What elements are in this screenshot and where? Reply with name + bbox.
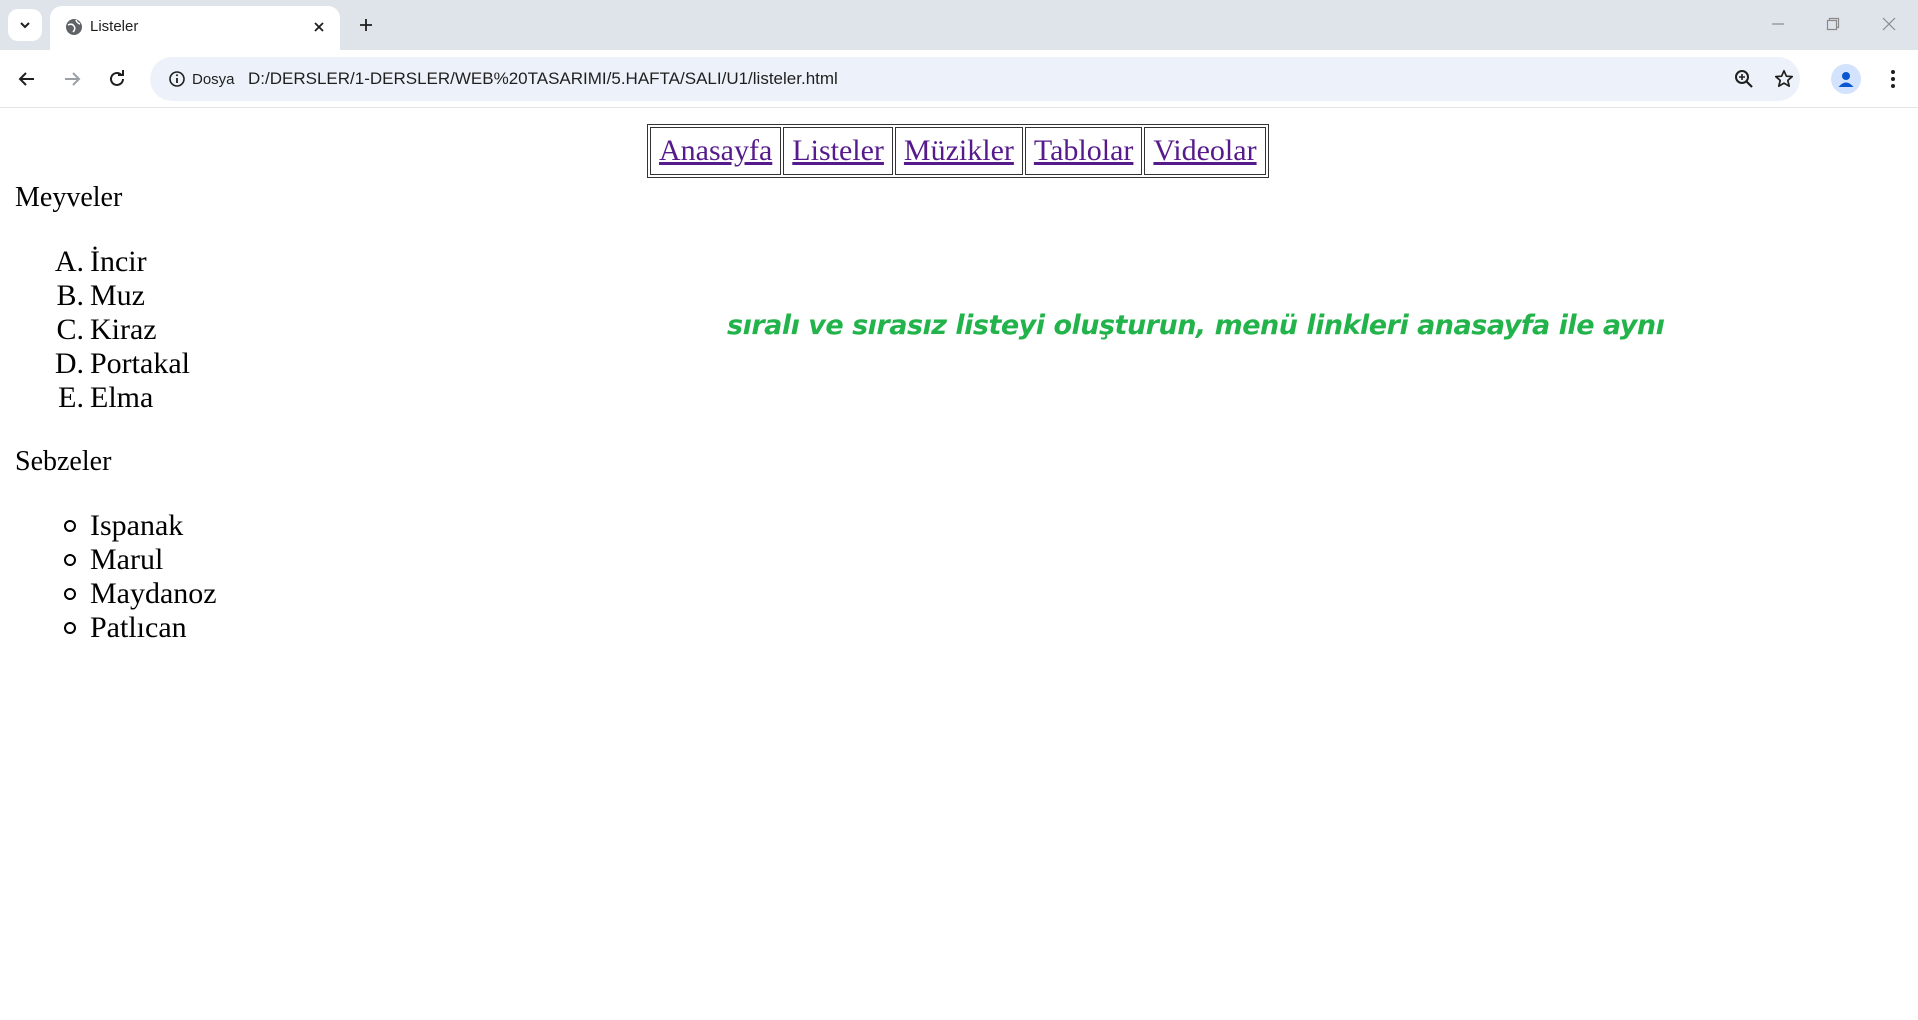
window-close-button[interactable]: [1869, 8, 1909, 40]
forward-button[interactable]: [56, 63, 88, 95]
list-item: C. Kiraz: [40, 313, 190, 347]
list-item-text: Elma: [90, 381, 154, 414]
list-item: Patlıcan: [40, 611, 217, 645]
zoom-button[interactable]: [1731, 66, 1757, 92]
list-item-text: Marul: [90, 543, 164, 576]
globe-icon: [66, 19, 82, 35]
circle-bullet-icon: [40, 509, 90, 543]
nav-menu-cell: Tablolar: [1024, 127, 1143, 175]
url-text[interactable]: D:/DERSLER/1-DERSLER/WEB%20TASARIMI/5.HA…: [248, 69, 838, 89]
list-item: Maydanoz: [40, 577, 217, 611]
avatar-icon: [1838, 72, 1854, 87]
list-item-text: Maydanoz: [90, 577, 217, 610]
list-item: B. Muz: [40, 279, 190, 313]
tab-search-button[interactable]: [8, 9, 42, 41]
page-viewport: Anasayfa Listeler Müzikler Tablolar Vide…: [0, 109, 1918, 1020]
tab-title: Listeler: [90, 18, 139, 35]
nav-link-tablolar[interactable]: Tablolar: [1034, 134, 1134, 167]
profile-button[interactable]: [1831, 64, 1861, 94]
circle-bullet-icon: [40, 611, 90, 645]
star-icon: [1774, 69, 1794, 88]
active-tab[interactable]: Listeler: [50, 6, 340, 50]
reload-icon: [110, 70, 124, 86]
nav-menu: Anasayfa Listeler Müzikler Tablolar Vide…: [647, 124, 1269, 178]
list-marker: A.: [54, 245, 84, 278]
circle-bullet-icon: [40, 543, 90, 577]
nav-link-muzikler[interactable]: Müzikler: [904, 134, 1014, 167]
bookmark-button[interactable]: [1771, 66, 1797, 92]
minimize-button[interactable]: [1758, 8, 1798, 40]
fruits-heading: Meyveler: [15, 182, 123, 213]
fruits-ordered-list: A. İncir B. Muz C. Kiraz D. Portakal E. …: [40, 245, 190, 415]
circle-bullet-icon: [40, 577, 90, 611]
assignment-note: sıralı ve sırasız listeyi oluşturun, men…: [727, 310, 1665, 341]
nav-menu-cell: Anasayfa: [650, 127, 782, 175]
restore-button[interactable]: [1813, 8, 1853, 40]
nav-link-videolar[interactable]: Videolar: [1153, 134, 1256, 167]
chevron-down-icon: [20, 22, 30, 29]
nav-link-anasayfa[interactable]: Anasayfa: [659, 134, 772, 167]
list-item-text: İncir: [90, 245, 147, 278]
minimize-icon: [1772, 23, 1784, 25]
arrow-right-icon: [65, 72, 81, 86]
restore-icon: [1826, 17, 1840, 31]
more-vert-icon: [1891, 70, 1895, 88]
list-item: A. İncir: [40, 245, 190, 279]
list-item: Marul: [40, 543, 217, 577]
nav-link-listeler[interactable]: Listeler: [792, 134, 884, 167]
new-tab-button[interactable]: [352, 11, 380, 39]
close-icon: [314, 22, 324, 32]
close-icon: [1882, 17, 1896, 31]
plus-icon: [360, 19, 372, 31]
back-button[interactable]: [11, 63, 43, 95]
address-bar[interactable]: Dosya D:/DERSLER/1-DERSLER/WEB%20TASARIM…: [150, 57, 1800, 101]
vegetables-unordered-list: Ispanak Marul Maydanoz Patlıcan: [40, 509, 217, 645]
reload-button[interactable]: [101, 63, 133, 95]
info-icon: [169, 71, 185, 87]
browser-menu-button[interactable]: [1880, 64, 1906, 94]
nav-menu-cell: Listeler: [783, 127, 893, 175]
list-item-text: Patlıcan: [90, 611, 187, 644]
tab-strip: Listeler: [0, 0, 1918, 50]
browser-toolbar: Dosya D:/DERSLER/1-DERSLER/WEB%20TASARIM…: [0, 50, 1918, 108]
list-item: Ispanak: [40, 509, 217, 543]
list-marker: C.: [56, 313, 84, 346]
list-item-text: Ispanak: [90, 509, 184, 542]
list-item: D. Portakal: [40, 347, 190, 381]
list-marker: B.: [56, 279, 84, 312]
zoom-in-icon: [1735, 70, 1753, 88]
tab-close-button[interactable]: [308, 16, 330, 38]
arrow-left-icon: [18, 72, 34, 86]
site-info-label: Dosya: [192, 70, 235, 88]
nav-menu-cell: Videolar: [1144, 127, 1266, 175]
nav-menu-cell: Müzikler: [894, 127, 1023, 175]
list-marker: E.: [58, 381, 84, 414]
site-info-chip[interactable]: Dosya: [158, 63, 247, 95]
vegetables-heading: Sebzeler: [15, 446, 112, 477]
list-item-text: Muz: [90, 279, 145, 312]
list-item: E. Elma: [40, 381, 190, 415]
list-item-text: Portakal: [90, 347, 190, 380]
list-marker: D.: [54, 347, 84, 380]
list-item-text: Kiraz: [90, 313, 157, 346]
